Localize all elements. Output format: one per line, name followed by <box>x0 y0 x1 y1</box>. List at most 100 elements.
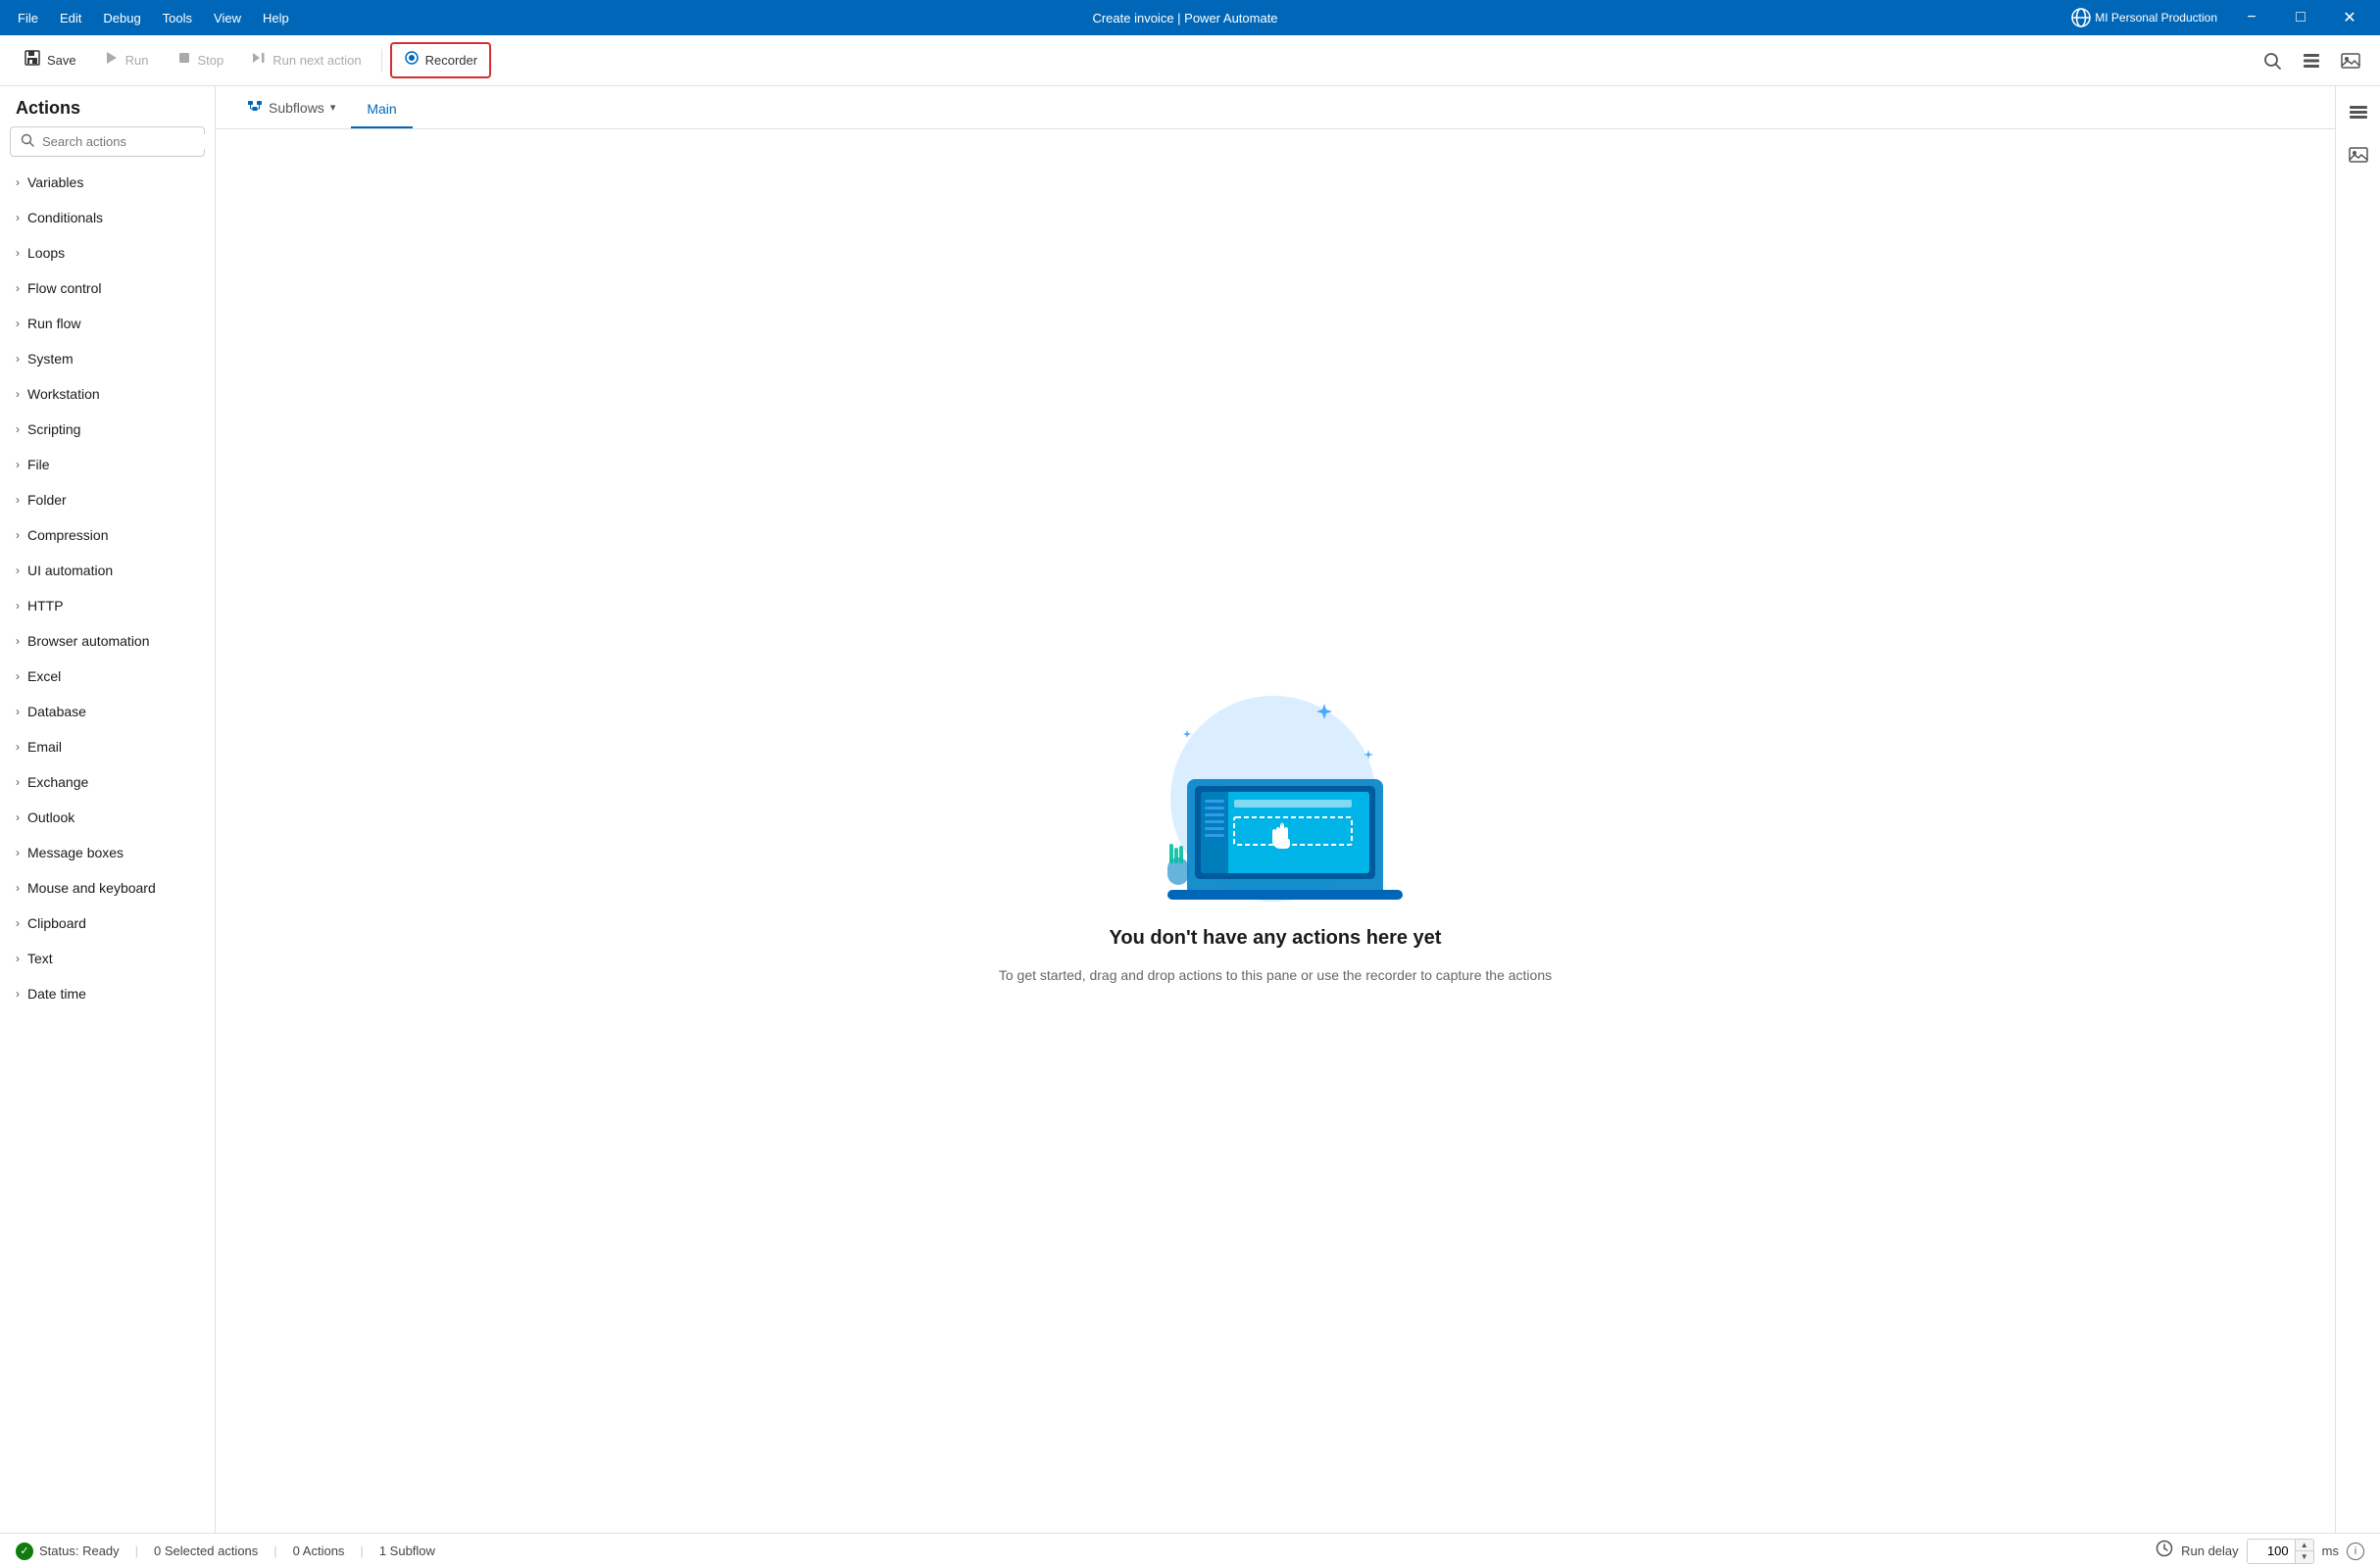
toolbar-search-button[interactable] <box>2255 43 2290 78</box>
stop-label: Stop <box>198 53 224 68</box>
search-actions-input[interactable] <box>42 134 215 149</box>
tab-subflows[interactable]: Subflows ▾ <box>231 88 351 128</box>
run-next-label: Run next action <box>273 53 361 68</box>
action-item-folder[interactable]: › Folder <box>0 482 215 517</box>
actions-count: 0 Actions <box>293 1544 345 1558</box>
layers-icon <box>2301 50 2322 72</box>
action-item-browser-automation[interactable]: › Browser automation <box>0 623 215 659</box>
main-tab-label: Main <box>367 101 396 117</box>
subflow-count: 1 Subflow <box>379 1544 435 1558</box>
run-delay-down-button[interactable]: ▼ <box>2296 1551 2313 1563</box>
maximize-button[interactable]: □ <box>2278 0 2323 35</box>
action-item-exchange[interactable]: › Exchange <box>0 764 215 800</box>
action-item-label: Clipboard <box>27 915 86 931</box>
subflows-icon <box>247 98 263 117</box>
action-chevron-icon: › <box>16 458 20 471</box>
action-item-system[interactable]: › System <box>0 341 215 376</box>
action-item-message-boxes[interactable]: › Message boxes <box>0 835 215 870</box>
layers-panel-button[interactable] <box>2341 94 2376 129</box>
action-item-workstation[interactable]: › Workstation <box>0 376 215 412</box>
recorder-label: Recorder <box>425 53 477 68</box>
layers-panel-icon <box>2348 101 2369 122</box>
action-item-text[interactable]: › Text <box>0 941 215 976</box>
action-chevron-icon: › <box>16 528 20 542</box>
action-item-outlook[interactable]: › Outlook <box>0 800 215 835</box>
action-item-compression[interactable]: › Compression <box>0 517 215 553</box>
action-item-label: Flow control <box>27 280 101 296</box>
action-item-label: Folder <box>27 492 67 508</box>
action-chevron-icon: › <box>16 175 20 189</box>
action-item-ui-automation[interactable]: › UI automation <box>0 553 215 588</box>
actions-panel: Actions › Variables › Conditionals › Loo… <box>0 86 216 1533</box>
action-item-variables[interactable]: › Variables <box>0 165 215 200</box>
menu-edit[interactable]: Edit <box>50 7 91 29</box>
run-delay-up-button[interactable]: ▲ <box>2296 1540 2313 1551</box>
action-chevron-icon: › <box>16 352 20 366</box>
menu-help[interactable]: Help <box>253 7 299 29</box>
subflows-label: Subflows <box>269 100 324 116</box>
action-item-label: Compression <box>27 527 108 543</box>
recorder-button[interactable]: Recorder <box>390 42 491 78</box>
account-name: MI Personal Production <box>2095 11 2217 24</box>
account-info: MI Personal Production <box>2071 8 2217 27</box>
action-item-label: Browser automation <box>27 633 150 649</box>
action-item-label: Variables <box>27 174 83 190</box>
action-item-scripting[interactable]: › Scripting <box>0 412 215 447</box>
save-icon <box>24 49 41 72</box>
action-item-clipboard[interactable]: › Clipboard <box>0 906 215 941</box>
action-item-email[interactable]: › Email <box>0 729 215 764</box>
action-item-label: System <box>27 351 74 367</box>
menu-view[interactable]: View <box>204 7 251 29</box>
close-button[interactable]: ✕ <box>2327 0 2372 35</box>
info-button[interactable]: i <box>2347 1543 2364 1560</box>
toolbar-separator <box>381 49 382 73</box>
minimize-button[interactable]: − <box>2229 0 2274 35</box>
action-item-http[interactable]: › HTTP <box>0 588 215 623</box>
action-chevron-icon: › <box>16 246 20 260</box>
action-item-conditionals[interactable]: › Conditionals <box>0 200 215 235</box>
run-delay-label: Run delay <box>2181 1544 2239 1558</box>
action-chevron-icon: › <box>16 810 20 824</box>
variables-button[interactable] <box>2294 43 2329 78</box>
action-item-label: UI automation <box>27 563 113 578</box>
action-item-mouse-and-keyboard[interactable]: › Mouse and keyboard <box>0 870 215 906</box>
run-delay-input[interactable] <box>2248 1542 2295 1560</box>
action-item-label: Date time <box>27 986 86 1002</box>
action-chevron-icon: › <box>16 740 20 754</box>
image-panel-button[interactable] <box>2341 137 2376 172</box>
action-item-label: Email <box>27 739 62 755</box>
action-item-loops[interactable]: › Loops <box>0 235 215 270</box>
run-button[interactable]: Run <box>92 44 161 76</box>
search-icon <box>21 133 34 150</box>
action-item-label: Excel <box>27 668 61 684</box>
action-chevron-icon: › <box>16 281 20 295</box>
save-button[interactable]: Save <box>12 43 88 77</box>
canvas-area: Subflows ▾ Main <box>216 86 2335 1533</box>
menu-file[interactable]: File <box>8 7 48 29</box>
action-item-label: Text <box>27 951 53 966</box>
action-item-file[interactable]: › File <box>0 447 215 482</box>
clock-icon <box>2156 1540 2173 1562</box>
menu-debug[interactable]: Debug <box>93 7 150 29</box>
action-item-label: Scripting <box>27 421 80 437</box>
action-item-flow-control[interactable]: › Flow control <box>0 270 215 306</box>
action-chevron-icon: › <box>16 317 20 330</box>
search-actions-container[interactable] <box>10 126 205 157</box>
action-item-label: Message boxes <box>27 845 124 860</box>
action-chevron-icon: › <box>16 599 20 612</box>
assets-button[interactable] <box>2333 43 2368 78</box>
stop-button[interactable]: Stop <box>165 44 236 76</box>
toolbar: Save Run Stop <box>0 35 2380 86</box>
tab-main[interactable]: Main <box>351 91 412 128</box>
action-item-label: Conditionals <box>27 210 103 225</box>
action-chevron-icon: › <box>16 493 20 507</box>
menu-tools[interactable]: Tools <box>153 7 202 29</box>
run-next-button[interactable]: Run next action <box>239 44 372 76</box>
action-item-date-time[interactable]: › Date time <box>0 976 215 1011</box>
action-item-database[interactable]: › Database <box>0 694 215 729</box>
action-item-label: File <box>27 457 50 472</box>
action-item-run-flow[interactable]: › Run flow <box>0 306 215 341</box>
run-delay-spinners: ▲ ▼ <box>2295 1540 2313 1563</box>
action-item-excel[interactable]: › Excel <box>0 659 215 694</box>
action-chevron-icon: › <box>16 211 20 224</box>
